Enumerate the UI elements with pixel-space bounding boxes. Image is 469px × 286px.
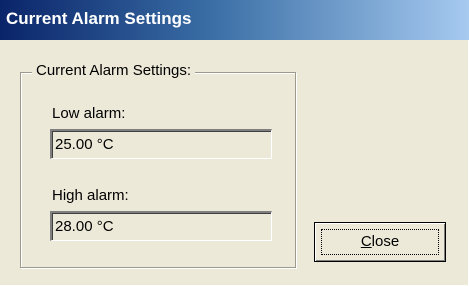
title-bar[interactable]: Current Alarm Settings — [0, 0, 469, 40]
close-button-label: Close — [315, 233, 445, 250]
close-button[interactable]: Close — [314, 222, 446, 262]
close-mnemonic: C — [360, 233, 372, 250]
window-title: Current Alarm Settings — [6, 9, 192, 28]
low-alarm-field[interactable]: 25.00 °C — [50, 129, 272, 159]
alarm-settings-dialog: Current Alarm Settings Current Alarm Set… — [0, 0, 469, 286]
close-label-rest: lose — [371, 233, 400, 250]
high-alarm-label: High alarm: — [52, 187, 129, 204]
high-alarm-field[interactable]: 28.00 °C — [50, 211, 272, 241]
low-alarm-label: Low alarm: — [52, 105, 126, 122]
groupbox-legend: Current Alarm Settings: — [32, 62, 196, 79]
